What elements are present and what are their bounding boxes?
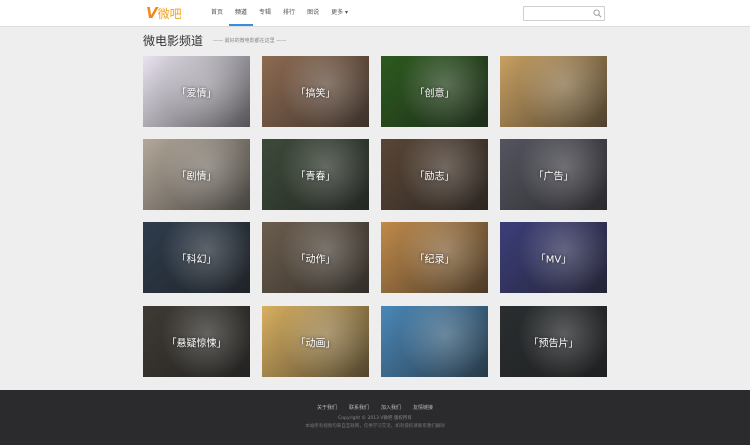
channel-label: 「悬疑惊悚」 (166, 338, 227, 349)
channel-card[interactable] (500, 56, 607, 127)
channel-label: 「搞笑」 (295, 88, 336, 99)
channel-thumbnail (381, 306, 488, 377)
channel-card[interactable]: 「剧情」 (143, 139, 250, 210)
footer: 关于我们 联系我们 加入我们 友情链接 Copyright © 2013 V微吧 版权… (0, 390, 750, 445)
top-navbar: V 微吧 首页 频道 专辑 排行 图说 更多 ▾ (0, 0, 750, 28)
channel-card[interactable]: 「爱情」 (143, 56, 250, 127)
channel-label: 「动画」 (295, 338, 336, 349)
channel-label: 「科幻」 (176, 254, 217, 265)
search-icon[interactable] (593, 9, 602, 18)
channel-card[interactable]: 「预告片」 (500, 306, 607, 377)
page-subtitle: —— 最好的微电影都在这里 —— (213, 38, 287, 44)
channel-label: 「广告」 (533, 171, 574, 182)
channel-card[interactable]: 「悬疑惊悚」 (143, 306, 250, 377)
channel-card[interactable]: 「纪录」 (381, 222, 488, 293)
logo-mark: V (146, 4, 158, 22)
channel-label: 「青春」 (295, 171, 336, 182)
channel-label: 「纪录」 (414, 254, 455, 265)
main-nav: 首页 频道 专辑 排行 图说 更多 ▾ (205, 0, 354, 26)
channel-label: 「励志」 (414, 171, 455, 182)
channel-card[interactable]: 「动画」 (262, 306, 369, 377)
page-title: 微电影频道 (143, 34, 204, 48)
channel-label: 「爱情」 (176, 88, 217, 99)
footer-link[interactable]: 加入我们 (381, 405, 401, 411)
channel-label: 「创意」 (414, 88, 455, 99)
footer-note: 本站所有视频均来自互联网，仅供学习交流，如有侵权请联系我们删除 (305, 424, 445, 429)
footer-copyright: Copyright © 2013 V微吧 版权所有 (338, 416, 412, 421)
logo-text: 微吧 (157, 6, 182, 21)
channel-label: 「MV」 (535, 254, 572, 265)
channel-card[interactable] (381, 306, 488, 377)
nav-item[interactable]: 频道 (229, 0, 254, 26)
channel-thumbnail (500, 56, 607, 127)
channel-card[interactable]: 「搞笑」 (262, 56, 369, 127)
nav-item[interactable]: 图说 (301, 0, 325, 26)
page-heading: 微电影频道 —— 最好的微电影都在这里 —— (143, 32, 286, 49)
footer-link[interactable]: 联系我们 (349, 405, 369, 411)
nav-item[interactable]: 更多 ▾ (325, 0, 354, 26)
footer-link[interactable]: 友情链接 (413, 405, 433, 411)
channel-card[interactable]: 「青春」 (262, 139, 369, 210)
nav-item[interactable]: 排行 (277, 0, 301, 26)
channel-label: 「剧情」 (176, 171, 217, 182)
channel-card[interactable]: 「MV」 (500, 222, 607, 293)
channel-card[interactable]: 「动作」 (262, 222, 369, 293)
channel-label: 「动作」 (295, 254, 336, 265)
channel-card[interactable]: 「创意」 (381, 56, 488, 127)
channel-label: 「预告片」 (528, 338, 579, 349)
channel-card[interactable]: 「广告」 (500, 139, 607, 210)
nav-item[interactable]: 专辑 (253, 0, 277, 26)
nav-item[interactable]: 首页 (205, 0, 229, 26)
footer-links: 关于我们 联系我们 加入我们 友情链接 (0, 404, 750, 411)
footer-link[interactable]: 关于我们 (317, 405, 337, 411)
channel-card[interactable]: 「励志」 (381, 139, 488, 210)
search-box (523, 6, 605, 28)
site-logo[interactable]: V 微吧 (146, 4, 182, 22)
search-input[interactable] (524, 14, 594, 28)
channel-card[interactable]: 「科幻」 (143, 222, 250, 293)
